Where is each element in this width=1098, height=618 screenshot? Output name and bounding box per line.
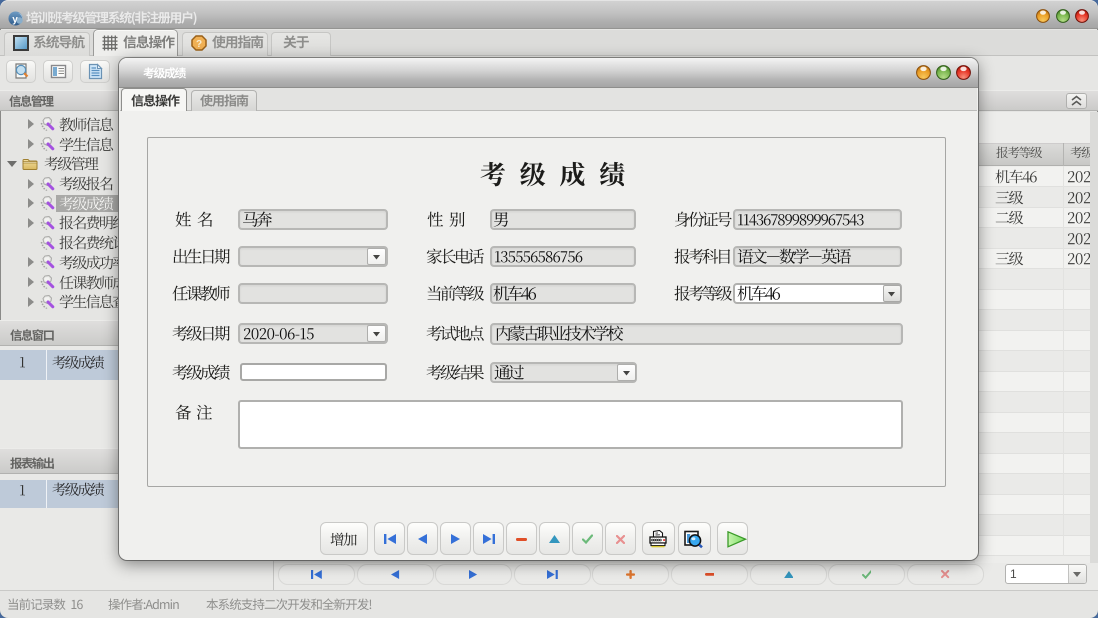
svg-text:?: ? — [196, 39, 202, 50]
svg-text:y: y — [12, 15, 18, 26]
